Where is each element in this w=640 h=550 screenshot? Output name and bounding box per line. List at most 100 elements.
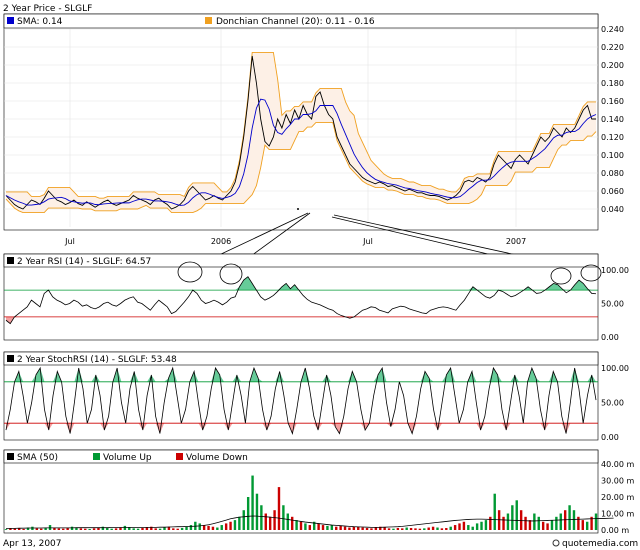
volume-bar bbox=[374, 527, 378, 530]
rsi-ytick: 50.00 bbox=[601, 300, 624, 309]
price-ytick: 0.120 bbox=[601, 133, 624, 142]
volume-bar bbox=[339, 525, 342, 530]
volume-bar bbox=[260, 505, 263, 530]
volume-bar bbox=[577, 516, 580, 530]
volume-bar bbox=[357, 527, 360, 530]
price-xtick: Jul bbox=[64, 237, 75, 246]
volume-bar bbox=[502, 516, 505, 530]
stochrsi-ytick: 0.00 bbox=[601, 433, 619, 442]
volume-bar bbox=[401, 528, 404, 530]
volume-bar bbox=[79, 528, 83, 530]
volume-bar bbox=[568, 505, 571, 530]
volume-bar bbox=[370, 528, 373, 530]
volume-bar bbox=[462, 521, 466, 530]
volume-bar bbox=[352, 526, 356, 530]
price-ytick: 0.220 bbox=[601, 43, 624, 52]
volume-bar bbox=[106, 528, 109, 530]
price-ytick: 0.160 bbox=[601, 97, 624, 106]
volume-bar bbox=[489, 516, 492, 530]
volume-bar bbox=[220, 525, 223, 530]
volume-bar bbox=[110, 528, 113, 530]
footer-brand: quotemedia.com bbox=[562, 539, 638, 549]
volume-bar bbox=[449, 526, 452, 530]
volume-bar bbox=[365, 528, 369, 530]
volume-panel: SMA (50) Volume Up Volume Down 40.00 m 30… bbox=[3, 449, 634, 535]
price-ytick: 0.180 bbox=[601, 79, 624, 88]
volume-bar bbox=[158, 528, 162, 530]
volume-bar bbox=[383, 527, 386, 530]
volume-bar bbox=[559, 513, 562, 530]
price-ytick: 0.060 bbox=[601, 187, 624, 196]
volume-bar bbox=[484, 520, 488, 530]
volume-bar bbox=[35, 528, 39, 530]
volume-bar bbox=[154, 528, 157, 530]
donchian-legend-swatch bbox=[205, 17, 212, 24]
volume-bar bbox=[277, 487, 281, 530]
rsi-ytick: 0.00 bbox=[601, 333, 619, 342]
volume-ytick: 0.00 m bbox=[601, 526, 629, 535]
volume-ytick: 30.00 m bbox=[601, 477, 634, 486]
rsi-y-axis: 100.00 50.00 0.00 bbox=[601, 266, 629, 342]
footer-date: Apr 13, 2007 bbox=[3, 539, 62, 549]
volume-bar bbox=[136, 528, 140, 530]
volume-bar bbox=[541, 521, 545, 530]
volume-bar bbox=[13, 528, 17, 530]
stochrsi-ytick: 100.00 bbox=[601, 364, 629, 373]
vol-down-legend-swatch bbox=[176, 453, 183, 460]
volume-bar bbox=[533, 513, 536, 530]
annotation-dot bbox=[297, 208, 299, 210]
volume-bar bbox=[251, 475, 254, 530]
volume-bar bbox=[361, 527, 364, 530]
price-xtick: Jul bbox=[362, 237, 373, 246]
price-ytick: 0.100 bbox=[601, 151, 624, 160]
volume-bar bbox=[440, 528, 444, 530]
volume-bar bbox=[506, 513, 510, 530]
quotemedia-logo-icon bbox=[552, 539, 560, 547]
volume-bar bbox=[537, 516, 540, 530]
volume-bar bbox=[229, 521, 232, 530]
donchian-legend-label: Donchian Channel (20): 0.11 - 0.16 bbox=[216, 17, 375, 27]
volume-bar bbox=[282, 505, 285, 530]
stochrsi-ytick: 50.00 bbox=[601, 399, 624, 408]
volume-bar bbox=[286, 513, 289, 530]
vol-sma-legend-label: SMA (50) bbox=[17, 453, 58, 463]
volume-bar bbox=[409, 528, 413, 530]
volume-bar bbox=[321, 525, 325, 530]
volume-bar bbox=[480, 521, 483, 530]
volume-bar bbox=[585, 521, 589, 530]
volume-ytick: 20.00 m bbox=[601, 493, 634, 502]
vol-up-legend-label: Volume Up bbox=[103, 453, 152, 463]
volume-bar bbox=[185, 526, 188, 530]
volume-bar bbox=[515, 500, 518, 530]
volume-bar bbox=[511, 505, 514, 530]
stock-chart: 2 Year Price - SLGLF SMA: 0.14 Donchian … bbox=[3, 4, 638, 549]
price-ytick: 0.140 bbox=[601, 115, 624, 124]
volume-bar bbox=[295, 520, 298, 530]
volume-bar bbox=[172, 528, 175, 530]
price-ytick: 0.080 bbox=[601, 169, 624, 178]
volume-bar bbox=[145, 527, 149, 530]
volume-bar bbox=[88, 529, 91, 530]
volume-bar bbox=[572, 510, 576, 530]
volume-bar bbox=[555, 516, 558, 530]
volume-bar bbox=[304, 523, 307, 530]
volume-bar bbox=[431, 526, 435, 530]
volume-ytick: 40.00 m bbox=[601, 460, 634, 469]
volume-bar bbox=[546, 523, 549, 530]
volume-bar bbox=[70, 526, 74, 530]
volume-bar bbox=[163, 527, 166, 530]
stochrsi-legend-swatch bbox=[7, 355, 14, 362]
rsi-ytick: 100.00 bbox=[601, 266, 629, 275]
volume-bar bbox=[290, 516, 294, 530]
volume-bar bbox=[62, 528, 65, 530]
sma-legend-label: SMA: 0.14 bbox=[17, 17, 63, 27]
volume-bar bbox=[524, 516, 527, 530]
stochrsi-legend-label: 2 Year StochRSI (14) - SLGLF: 53.48 bbox=[17, 355, 177, 365]
volume-bar bbox=[255, 493, 259, 530]
chart-title: 2 Year Price - SLGLF bbox=[3, 4, 92, 14]
volume-bar bbox=[326, 525, 329, 530]
volume-bar bbox=[189, 525, 193, 530]
volume-bar bbox=[264, 513, 267, 530]
volume-bar bbox=[141, 528, 144, 530]
volume-ytick: 10.00 m bbox=[601, 510, 634, 519]
